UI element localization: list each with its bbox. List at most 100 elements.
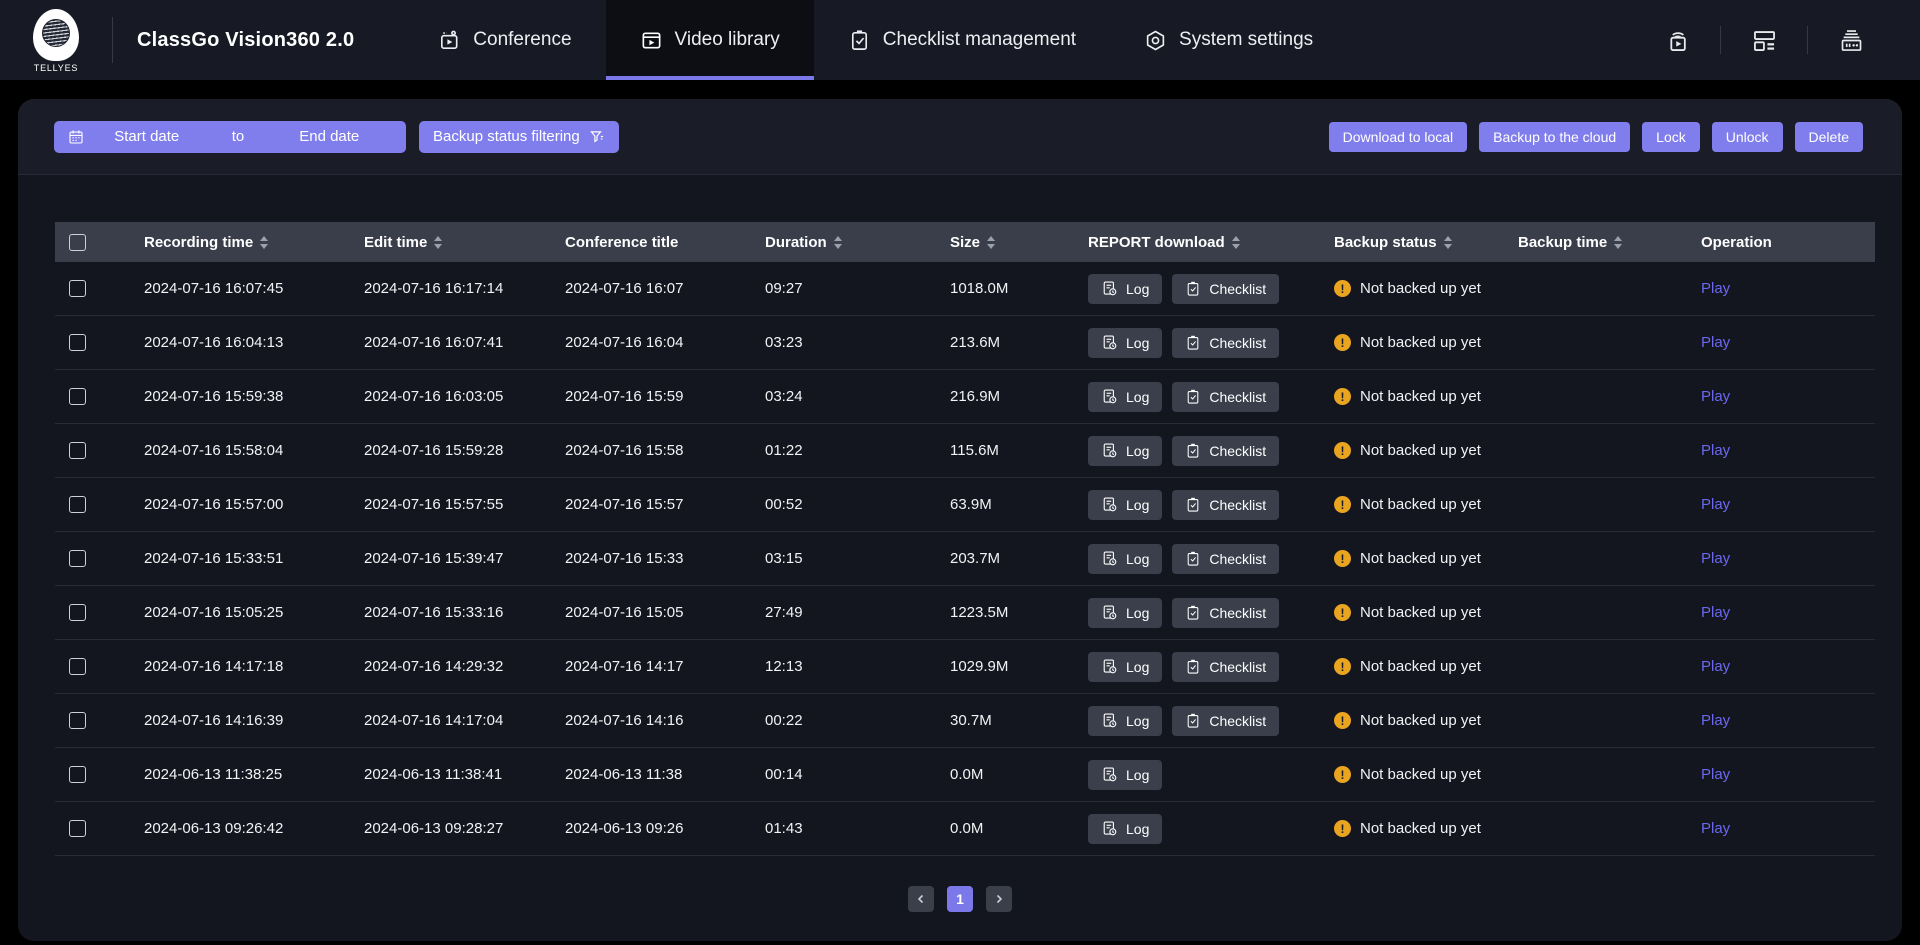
- live-cast-icon[interactable]: [1634, 27, 1720, 54]
- edit-time-cell: 2024-07-16 15:39:47: [364, 550, 565, 567]
- log-button[interactable]: Log: [1088, 544, 1162, 574]
- col-header-report-download[interactable]: REPORT download: [1088, 234, 1334, 251]
- tab-video-library[interactable]: Video library: [606, 0, 814, 80]
- checklist-doc-icon: [1185, 605, 1201, 621]
- row-checkbox[interactable]: [69, 496, 86, 513]
- row-checkbox[interactable]: [69, 820, 86, 837]
- conference-title-cell: 2024-07-16 16:07: [565, 280, 765, 297]
- recorder-icon[interactable]: [1808, 27, 1894, 54]
- calendar-icon: [68, 129, 84, 145]
- layout-icon[interactable]: [1721, 27, 1807, 54]
- play-link[interactable]: Play: [1701, 388, 1730, 405]
- checklist-button[interactable]: Checklist: [1172, 652, 1279, 682]
- date-range-picker[interactable]: Start date to End date: [54, 121, 406, 153]
- row-checkbox[interactable]: [69, 766, 86, 783]
- backup-status-filter-button[interactable]: Backup status filtering: [419, 121, 619, 153]
- col-header-backup-status[interactable]: Backup status: [1334, 234, 1518, 251]
- unlock-button[interactable]: Unlock: [1712, 122, 1783, 152]
- pagination: 1: [18, 886, 1902, 912]
- select-all-checkbox[interactable]: [69, 234, 86, 251]
- table-row: 2024-07-16 14:17:18 2024-07-16 14:29:32 …: [55, 640, 1875, 694]
- backup-status-cell: ! Not backed up yet: [1334, 388, 1518, 405]
- play-link[interactable]: Play: [1701, 820, 1730, 837]
- play-link[interactable]: Play: [1701, 604, 1730, 621]
- play-link[interactable]: Play: [1701, 442, 1730, 459]
- row-checkbox[interactable]: [69, 442, 86, 459]
- play-link[interactable]: Play: [1701, 766, 1730, 783]
- play-link[interactable]: Play: [1701, 496, 1730, 513]
- tab-system-settings[interactable]: System settings: [1110, 0, 1347, 80]
- checklist-button[interactable]: Checklist: [1172, 706, 1279, 736]
- sort-icon[interactable]: [834, 236, 842, 249]
- row-checkbox[interactable]: [69, 388, 86, 405]
- sort-icon[interactable]: [434, 236, 442, 249]
- log-button[interactable]: Log: [1088, 652, 1162, 682]
- size-cell: 1018.0M: [950, 280, 1088, 297]
- conference-title-cell: 2024-07-16 15:05: [565, 604, 765, 621]
- log-doc-icon: [1101, 280, 1118, 297]
- operation-cell: Play: [1701, 550, 1875, 567]
- checklist-doc-icon: [1185, 659, 1201, 675]
- row-checkbox[interactable]: [69, 712, 86, 729]
- page-number-current[interactable]: 1: [947, 886, 973, 912]
- log-button[interactable]: Log: [1088, 706, 1162, 736]
- col-header-size[interactable]: Size: [950, 234, 1088, 251]
- delete-button[interactable]: Delete: [1795, 122, 1863, 152]
- operation-cell: Play: [1701, 280, 1875, 297]
- backup-status-text: Not backed up yet: [1360, 280, 1481, 297]
- row-checkbox[interactable]: [69, 334, 86, 351]
- duration-cell: 03:15: [765, 550, 950, 567]
- prev-page-button[interactable]: [908, 886, 934, 912]
- start-date-field[interactable]: Start date: [84, 128, 209, 145]
- tab-checklist-management[interactable]: Checklist management: [814, 0, 1110, 80]
- size-cell: 216.9M: [950, 388, 1088, 405]
- col-header-edit-time[interactable]: Edit time: [364, 234, 565, 251]
- checklist-button[interactable]: Checklist: [1172, 328, 1279, 358]
- col-header-recording-time[interactable]: Recording time: [144, 234, 364, 251]
- log-button[interactable]: Log: [1088, 328, 1162, 358]
- edit-time-cell: 2024-06-13 11:38:41: [364, 766, 565, 783]
- duration-cell: 03:23: [765, 334, 950, 351]
- log-button[interactable]: Log: [1088, 274, 1162, 304]
- row-checkbox[interactable]: [69, 280, 86, 297]
- row-checkbox[interactable]: [69, 550, 86, 567]
- sort-icon[interactable]: [1232, 236, 1240, 249]
- col-header-backup-time[interactable]: Backup time: [1518, 234, 1701, 251]
- log-button[interactable]: Log: [1088, 382, 1162, 412]
- sort-icon[interactable]: [987, 236, 995, 249]
- checklist-button[interactable]: Checklist: [1172, 274, 1279, 304]
- next-page-button[interactable]: [986, 886, 1012, 912]
- log-button[interactable]: Log: [1088, 490, 1162, 520]
- log-button[interactable]: Log: [1088, 436, 1162, 466]
- checklist-button[interactable]: Checklist: [1172, 598, 1279, 628]
- sort-icon[interactable]: [1614, 236, 1622, 249]
- end-date-field[interactable]: End date: [267, 128, 392, 145]
- operation-cell: Play: [1701, 658, 1875, 675]
- log-button[interactable]: Log: [1088, 814, 1162, 844]
- backup-to-cloud-button[interactable]: Backup to the cloud: [1479, 122, 1630, 152]
- row-checkbox[interactable]: [69, 658, 86, 675]
- checklist-button[interactable]: Checklist: [1172, 544, 1279, 574]
- backup-status-text: Not backed up yet: [1360, 388, 1481, 405]
- checklist-button[interactable]: Checklist: [1172, 382, 1279, 412]
- checklist-button[interactable]: Checklist: [1172, 436, 1279, 466]
- sort-icon[interactable]: [260, 236, 268, 249]
- checklist-doc-icon: [1185, 389, 1201, 405]
- download-to-local-button[interactable]: Download to local: [1329, 122, 1468, 152]
- row-checkbox[interactable]: [69, 604, 86, 621]
- video-library-icon: [640, 29, 663, 52]
- log-button[interactable]: Log: [1088, 598, 1162, 628]
- lock-button[interactable]: Lock: [1642, 122, 1700, 152]
- play-link[interactable]: Play: [1701, 280, 1730, 297]
- play-link[interactable]: Play: [1701, 550, 1730, 567]
- sort-icon[interactable]: [1444, 236, 1452, 249]
- col-header-duration[interactable]: Duration: [765, 234, 950, 251]
- play-link[interactable]: Play: [1701, 658, 1730, 675]
- play-link[interactable]: Play: [1701, 712, 1730, 729]
- table-row: 2024-07-16 16:04:13 2024-07-16 16:07:41 …: [55, 316, 1875, 370]
- checklist-button[interactable]: Checklist: [1172, 490, 1279, 520]
- tab-conference[interactable]: Conference: [404, 0, 605, 80]
- recording-time-cell: 2024-07-16 14:16:39: [144, 712, 364, 729]
- play-link[interactable]: Play: [1701, 334, 1730, 351]
- log-button[interactable]: Log: [1088, 760, 1162, 790]
